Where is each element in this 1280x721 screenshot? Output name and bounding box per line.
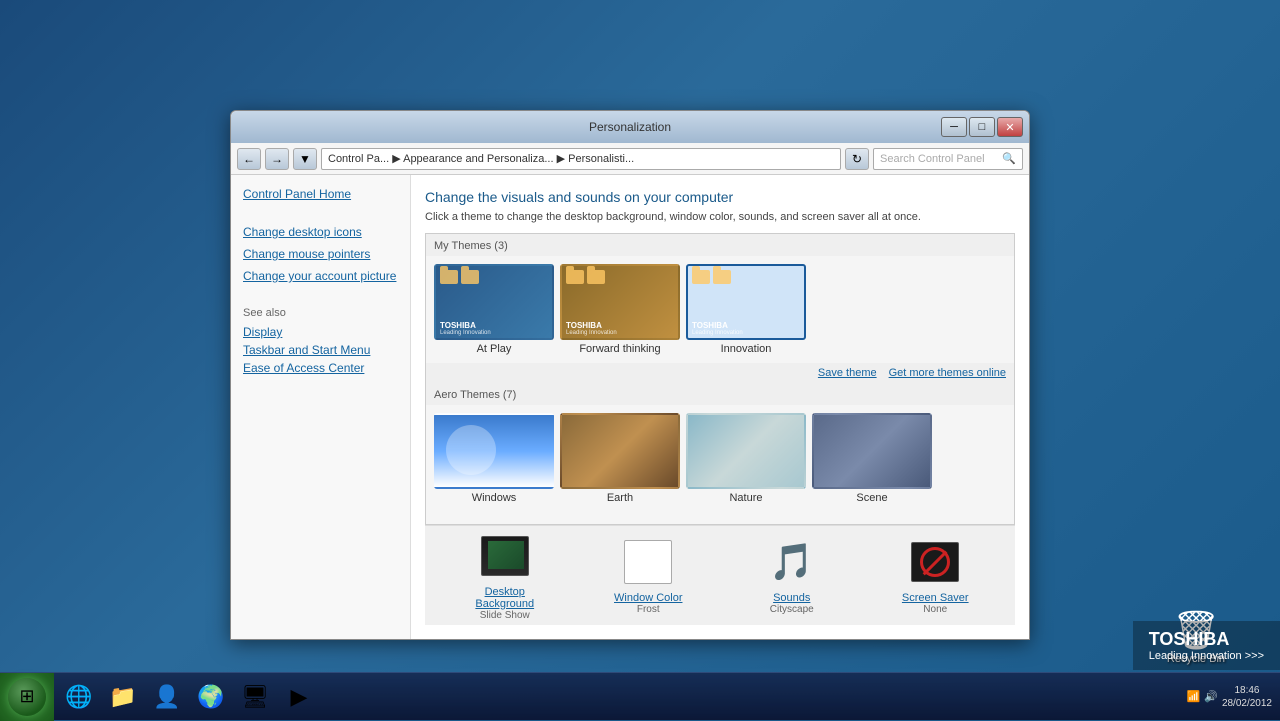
theme-nature-label: Nature bbox=[729, 492, 762, 504]
main-panel: Change the visuals and sounds on your co… bbox=[411, 175, 1029, 639]
sidebar-change-desktop-icons[interactable]: Change desktop icons bbox=[243, 225, 398, 239]
sounds-icon-container: 🎵 bbox=[766, 536, 818, 588]
theme-nature[interactable]: Nature bbox=[686, 413, 806, 504]
aero-themes-grid: Windows Earth Nature Scene bbox=[426, 405, 1014, 512]
screen-saver-label[interactable]: Screen Saver bbox=[902, 592, 969, 604]
screen-saver-icon-container bbox=[909, 536, 961, 588]
bottom-options: Desktop Background Slide Show Window Col… bbox=[425, 525, 1015, 625]
sidebar-change-mouse-pointers[interactable]: Change mouse pointers bbox=[243, 247, 398, 261]
my-themes-header: My Themes (3) bbox=[426, 234, 1014, 256]
taskbar: ⊞ 🌐 📁 👤 🌍 🖥 ▶ 📶 🔊 18:46 28/02/2012 bbox=[0, 672, 1280, 720]
taskbar-icon-tools[interactable]: 🖥 bbox=[234, 676, 276, 718]
sidebar-display[interactable]: Display bbox=[243, 325, 398, 339]
address-path[interactable]: Control Pa... ▶ Appearance and Personali… bbox=[321, 148, 841, 170]
desktop-background-option[interactable]: Desktop Background Slide Show bbox=[455, 530, 555, 621]
page-title: Change the visuals and sounds on your co… bbox=[425, 189, 1015, 205]
sounds-icon: 🎵 bbox=[769, 541, 814, 583]
save-theme-link[interactable]: Save theme bbox=[818, 367, 877, 379]
toshiba-brand: TOSHIBA bbox=[1149, 629, 1264, 650]
theme-forward-thinking[interactable]: TOSHIBA Leading Innovation Forward think… bbox=[560, 264, 680, 355]
sidebar-ease-of-access[interactable]: Ease of Access Center bbox=[243, 361, 398, 375]
desktop: Personalization ─ □ ✕ ← → ▼ Control Pa..… bbox=[0, 0, 1280, 720]
titlebar: Personalization ─ □ ✕ bbox=[231, 111, 1029, 143]
theme-at-play[interactable]: TOSHIBA Leading Innovation At Play bbox=[434, 264, 554, 355]
taskbar-icon-media[interactable]: ▶ bbox=[278, 676, 320, 718]
personalization-window: Personalization ─ □ ✕ ← → ▼ Control Pa..… bbox=[230, 110, 1030, 640]
tray-volume-icon: 🔊 bbox=[1204, 690, 1218, 703]
theme-windows-preview[interactable] bbox=[434, 413, 554, 489]
minimize-button[interactable]: ─ bbox=[941, 117, 967, 137]
theme-earth-preview[interactable] bbox=[560, 413, 680, 489]
recent-pages-button[interactable]: ▼ bbox=[293, 148, 317, 170]
theme-forward-thinking-preview[interactable]: TOSHIBA Leading Innovation bbox=[560, 264, 680, 340]
tray-date: 28/02/2012 bbox=[1222, 697, 1272, 710]
theme-actions: Save theme Get more themes online bbox=[426, 363, 1014, 383]
theme-innovation-preview[interactable]: TOSHIBA Leading Innovation bbox=[686, 264, 806, 340]
window-title: Personalization bbox=[239, 120, 1021, 134]
see-also-label: See also bbox=[243, 307, 398, 319]
search-icon[interactable]: 🔍 bbox=[1002, 152, 1016, 165]
tray-network-icon: 📶 bbox=[1187, 690, 1201, 703]
sounds-option[interactable]: 🎵 Sounds Cityscape bbox=[742, 536, 842, 615]
screen-saver-option[interactable]: Screen Saver None bbox=[885, 536, 985, 615]
aero-themes-header: Aero Themes (7) bbox=[426, 383, 1014, 405]
desktop-background-sublabel: Slide Show bbox=[480, 610, 530, 621]
theme-forward-thinking-label: Forward thinking bbox=[579, 343, 660, 355]
taskbar-tray: 📶 🔊 18:46 28/02/2012 bbox=[1179, 684, 1280, 710]
sidebar-control-panel-home[interactable]: Control Panel Home bbox=[243, 187, 398, 201]
theme-nature-preview[interactable] bbox=[686, 413, 806, 489]
theme-at-play-label: At Play bbox=[477, 343, 512, 355]
theme-earth-label: Earth bbox=[607, 492, 633, 504]
theme-scene-preview[interactable] bbox=[812, 413, 932, 489]
search-box[interactable]: Search Control Panel 🔍 bbox=[873, 148, 1023, 170]
window-color-label[interactable]: Window Color bbox=[614, 592, 682, 604]
desktop-background-icon bbox=[479, 530, 531, 582]
window-color-sublabel: Frost bbox=[637, 604, 660, 615]
theme-innovation[interactable]: TOSHIBA Leading Innovation Innovation bbox=[686, 264, 806, 355]
maximize-button[interactable]: □ bbox=[969, 117, 995, 137]
address-bar: ← → ▼ Control Pa... ▶ Appearance and Per… bbox=[231, 143, 1029, 175]
themes-container[interactable]: My Themes (3) TOSHIBA Leading Innovation bbox=[425, 233, 1015, 525]
sidebar: Control Panel Home Change desktop icons … bbox=[231, 175, 411, 639]
window-controls: ─ □ ✕ bbox=[941, 117, 1023, 137]
desktop-background-label[interactable]: Desktop Background bbox=[455, 586, 555, 610]
theme-scene[interactable]: Scene bbox=[812, 413, 932, 504]
see-also-section: See also Display Taskbar and Start Menu … bbox=[243, 307, 398, 375]
screen-saver-icon bbox=[911, 542, 959, 582]
tray-clock[interactable]: 18:46 28/02/2012 bbox=[1222, 684, 1272, 710]
start-orb[interactable]: ⊞ bbox=[8, 678, 46, 716]
window-color-option[interactable]: Window Color Frost bbox=[598, 536, 698, 615]
page-desc: Click a theme to change the desktop back… bbox=[425, 211, 1015, 223]
window-color-icon bbox=[622, 536, 674, 588]
theme-at-play-preview[interactable]: TOSHIBA Leading Innovation bbox=[434, 264, 554, 340]
tray-time: 18:46 bbox=[1222, 684, 1272, 697]
theme-earth[interactable]: Earth bbox=[560, 413, 680, 504]
my-themes-grid: TOSHIBA Leading Innovation At Play bbox=[426, 256, 1014, 363]
close-button[interactable]: ✕ bbox=[997, 117, 1023, 137]
screen-saver-sublabel: None bbox=[923, 604, 947, 615]
taskbar-apps: 🌐 📁 👤 🌍 🖥 ▶ bbox=[54, 676, 1179, 718]
back-button[interactable]: ← bbox=[237, 148, 261, 170]
theme-windows-label: Windows bbox=[472, 492, 517, 504]
start-button[interactable]: ⊞ bbox=[0, 673, 54, 721]
search-placeholder: Search Control Panel bbox=[880, 153, 985, 165]
theme-scene-label: Scene bbox=[856, 492, 887, 504]
sounds-sublabel: Cityscape bbox=[770, 604, 814, 615]
refresh-button[interactable]: ↻ bbox=[845, 148, 869, 170]
toshiba-tagline: Leading Innovation >>> bbox=[1149, 650, 1264, 662]
taskbar-icon-ie[interactable]: 🌐 bbox=[58, 676, 100, 718]
get-more-themes-link[interactable]: Get more themes online bbox=[889, 367, 1006, 379]
forward-button[interactable]: → bbox=[265, 148, 289, 170]
window-body: Control Panel Home Change desktop icons … bbox=[231, 175, 1029, 639]
taskbar-icon-folder[interactable]: 📁 bbox=[102, 676, 144, 718]
sidebar-taskbar[interactable]: Taskbar and Start Menu bbox=[243, 343, 398, 357]
sounds-label[interactable]: Sounds bbox=[773, 592, 810, 604]
taskbar-icon-chrome[interactable]: 🌍 bbox=[190, 676, 232, 718]
taskbar-icon-facebook[interactable]: 👤 bbox=[146, 676, 188, 718]
theme-windows[interactable]: Windows bbox=[434, 413, 554, 504]
theme-innovation-label: Innovation bbox=[721, 343, 772, 355]
sidebar-change-account-picture[interactable]: Change your account picture bbox=[243, 269, 398, 283]
toshiba-branding: TOSHIBA Leading Innovation >>> bbox=[1133, 621, 1280, 670]
